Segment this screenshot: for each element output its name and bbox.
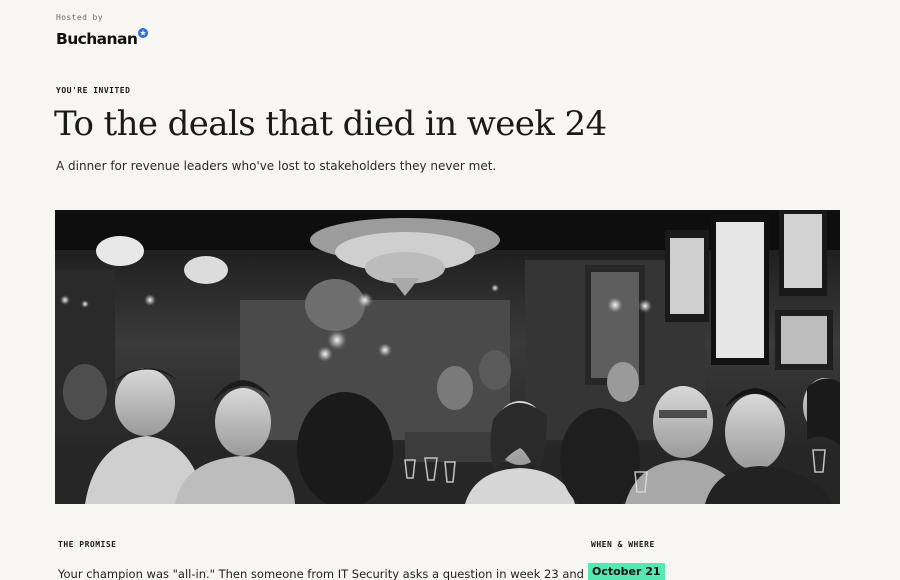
verified-badge-icon [138, 28, 149, 38]
hero-photo [55, 210, 840, 504]
page-title: To the deals that died in week 24 [54, 104, 607, 144]
invite-eyebrow: YOU'RE INVITED [56, 86, 131, 95]
when-where-section-label: WHEN & WHERE [591, 540, 655, 549]
hosted-by-label: Hosted by [56, 13, 103, 22]
promise-text: Your champion was "all-in." Then someone… [58, 567, 607, 580]
invitation-page: Hosted by Buchanan YOU'RE INVITED To the… [0, 0, 900, 580]
host-brand-logo[interactable]: Buchanan [56, 28, 149, 48]
page-subtitle: A dinner for revenue leaders who've lost… [56, 159, 497, 173]
promise-section-label: THE PROMISE [58, 540, 117, 549]
host-brand-name: Buchanan [56, 30, 138, 48]
event-date-badge: October 21 [588, 563, 665, 580]
